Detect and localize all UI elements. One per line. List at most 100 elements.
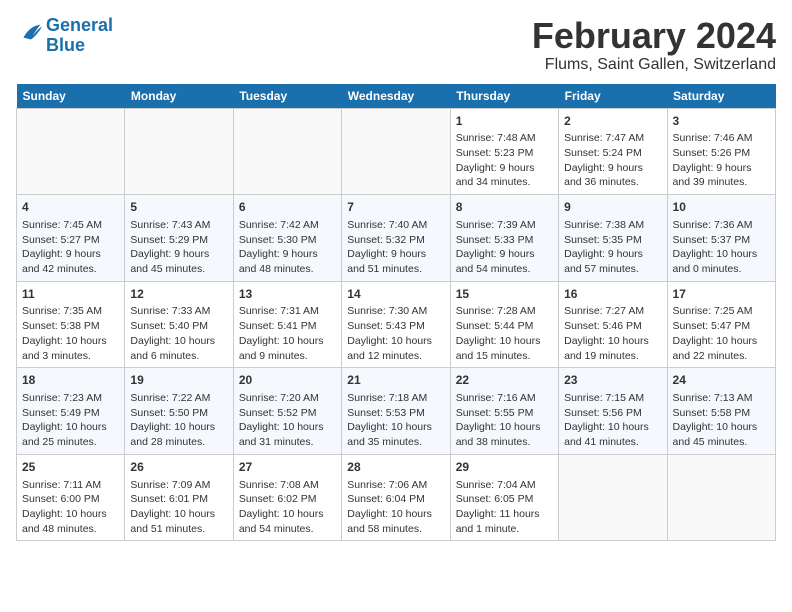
calendar-cell: 13Sunrise: 7:31 AMSunset: 5:41 PMDayligh… <box>233 281 341 368</box>
day-info: Daylight: 10 hours and 35 minutes. <box>347 420 444 449</box>
day-info: Sunset: 5:53 PM <box>347 406 444 421</box>
day-number: 10 <box>673 199 770 216</box>
day-info: Sunrise: 7:45 AM <box>22 218 119 233</box>
calendar-cell: 29Sunrise: 7:04 AMSunset: 6:05 PMDayligh… <box>450 454 558 541</box>
day-info: Daylight: 11 hours and 1 minute. <box>456 507 553 536</box>
day-info: Sunset: 5:41 PM <box>239 319 336 334</box>
day-info: Sunrise: 7:15 AM <box>564 391 661 406</box>
location-subtitle: Flums, Saint Gallen, Switzerland <box>532 56 776 74</box>
day-info: Daylight: 10 hours and 28 minutes. <box>130 420 227 449</box>
day-number: 5 <box>130 199 227 216</box>
day-number: 3 <box>673 113 770 130</box>
day-info: Sunrise: 7:09 AM <box>130 478 227 493</box>
calendar-cell: 14Sunrise: 7:30 AMSunset: 5:43 PMDayligh… <box>342 281 450 368</box>
col-saturday: Saturday <box>667 84 775 109</box>
day-number: 17 <box>673 286 770 303</box>
day-info: Daylight: 9 hours and 51 minutes. <box>347 247 444 276</box>
calendar-row-2: 4Sunrise: 7:45 AMSunset: 5:27 PMDaylight… <box>17 195 776 282</box>
day-info: Sunrise: 7:22 AM <box>130 391 227 406</box>
day-info: Sunrise: 7:47 AM <box>564 131 661 146</box>
day-info: Sunset: 5:47 PM <box>673 319 770 334</box>
day-info: Daylight: 10 hours and 54 minutes. <box>239 507 336 536</box>
calendar-cell: 1Sunrise: 7:48 AMSunset: 5:23 PMDaylight… <box>450 108 558 195</box>
day-info: Sunset: 5:32 PM <box>347 233 444 248</box>
day-number: 12 <box>130 286 227 303</box>
calendar-cell: 4 Sunrise: 7:45 AMSunset: 5:27 PMDaylight… <box>17 195 125 282</box>
day-info: Sunrise: 7:28 AM <box>456 304 553 319</box>
calendar-row-3: 11Sunrise: 7:35 AMSunset: 5:38 PMDayligh… <box>17 281 776 368</box>
day-info: Sunrise: 7:40 AM <box>347 218 444 233</box>
day-info: Sunrise: 7:18 AM <box>347 391 444 406</box>
day-info: Daylight: 10 hours and 12 minutes. <box>347 334 444 363</box>
day-info: Daylight: 9 hours and 39 minutes. <box>673 161 770 190</box>
day-info: Sunset: 5:40 PM <box>130 319 227 334</box>
day-number: 4 <box>22 199 119 216</box>
calendar-cell: 11Sunrise: 7:35 AMSunset: 5:38 PMDayligh… <box>17 281 125 368</box>
day-info: Sunset: 5:26 PM <box>673 146 770 161</box>
day-info: Sunrise: 7:35 AM <box>22 304 119 319</box>
day-info: Sunset: 5:49 PM <box>22 406 119 421</box>
calendar-cell: 3Sunrise: 7:46 AMSunset: 5:26 PMDaylight… <box>667 108 775 195</box>
day-number: 21 <box>347 372 444 389</box>
day-number: 14 <box>347 286 444 303</box>
day-number: 9 <box>564 199 661 216</box>
day-number: 28 <box>347 459 444 476</box>
day-info: Daylight: 10 hours and 15 minutes. <box>456 334 553 363</box>
month-title: February 2024 <box>532 16 776 56</box>
day-info: Sunset: 5:23 PM <box>456 146 553 161</box>
calendar-header-row: Sunday Monday Tuesday Wednesday Thursday… <box>17 84 776 109</box>
day-info: Sunset: 6:04 PM <box>347 492 444 507</box>
day-info: Sunrise: 7:23 AM <box>22 391 119 406</box>
calendar-cell: 26Sunrise: 7:09 AMSunset: 6:01 PMDayligh… <box>125 454 233 541</box>
calendar-row-1: 1Sunrise: 7:48 AMSunset: 5:23 PMDaylight… <box>17 108 776 195</box>
day-info: Sunset: 5:24 PM <box>564 146 661 161</box>
calendar-cell: 17Sunrise: 7:25 AMSunset: 5:47 PMDayligh… <box>667 281 775 368</box>
calendar-cell: 18Sunrise: 7:23 AMSunset: 5:49 PMDayligh… <box>17 368 125 455</box>
day-info: Sunrise: 7:11 AM <box>22 478 119 493</box>
day-number: 16 <box>564 286 661 303</box>
day-number: 27 <box>239 459 336 476</box>
day-number: 2 <box>564 113 661 130</box>
logo: General Blue <box>16 16 113 56</box>
day-info: Daylight: 10 hours and 48 minutes. <box>22 507 119 536</box>
day-info: Sunset: 5:43 PM <box>347 319 444 334</box>
day-info: Daylight: 9 hours and 57 minutes. <box>564 247 661 276</box>
day-info: Daylight: 9 hours and 42 minutes. <box>22 247 119 276</box>
day-info: Daylight: 9 hours and 36 minutes. <box>564 161 661 190</box>
day-info: Daylight: 10 hours and 38 minutes. <box>456 420 553 449</box>
day-info: Sunset: 5:44 PM <box>456 319 553 334</box>
calendar-cell: 24Sunrise: 7:13 AMSunset: 5:58 PMDayligh… <box>667 368 775 455</box>
day-info: Sunset: 5:58 PM <box>673 406 770 421</box>
calendar-cell: 15Sunrise: 7:28 AMSunset: 5:44 PMDayligh… <box>450 281 558 368</box>
day-number: 1 <box>456 113 553 130</box>
day-info: Daylight: 9 hours and 54 minutes. <box>456 247 553 276</box>
day-info: Sunset: 5:30 PM <box>239 233 336 248</box>
logo-text: General Blue <box>46 16 113 56</box>
day-info: Sunset: 5:27 PM <box>22 233 119 248</box>
day-info: Sunrise: 7:42 AM <box>239 218 336 233</box>
day-info: Sunset: 6:02 PM <box>239 492 336 507</box>
day-info: Sunset: 5:35 PM <box>564 233 661 248</box>
day-number: 7 <box>347 199 444 216</box>
day-number: 24 <box>673 372 770 389</box>
logo-icon <box>16 19 44 47</box>
day-number: 18 <box>22 372 119 389</box>
day-info: Sunrise: 7:08 AM <box>239 478 336 493</box>
day-number: 13 <box>239 286 336 303</box>
calendar-cell <box>342 108 450 195</box>
day-info: Sunrise: 7:06 AM <box>347 478 444 493</box>
day-number: 20 <box>239 372 336 389</box>
day-info: Sunrise: 7:43 AM <box>130 218 227 233</box>
day-info: Sunset: 5:56 PM <box>564 406 661 421</box>
day-info: Sunset: 5:29 PM <box>130 233 227 248</box>
calendar-cell: 25Sunrise: 7:11 AMSunset: 6:00 PMDayligh… <box>17 454 125 541</box>
day-info: Sunset: 5:37 PM <box>673 233 770 248</box>
day-info: Sunrise: 7:36 AM <box>673 218 770 233</box>
day-info: Sunset: 6:05 PM <box>456 492 553 507</box>
day-info: Sunrise: 7:31 AM <box>239 304 336 319</box>
day-info: Daylight: 10 hours and 58 minutes. <box>347 507 444 536</box>
day-number: 26 <box>130 459 227 476</box>
day-number: 8 <box>456 199 553 216</box>
day-info: Daylight: 9 hours and 45 minutes. <box>130 247 227 276</box>
day-info: Sunrise: 7:16 AM <box>456 391 553 406</box>
